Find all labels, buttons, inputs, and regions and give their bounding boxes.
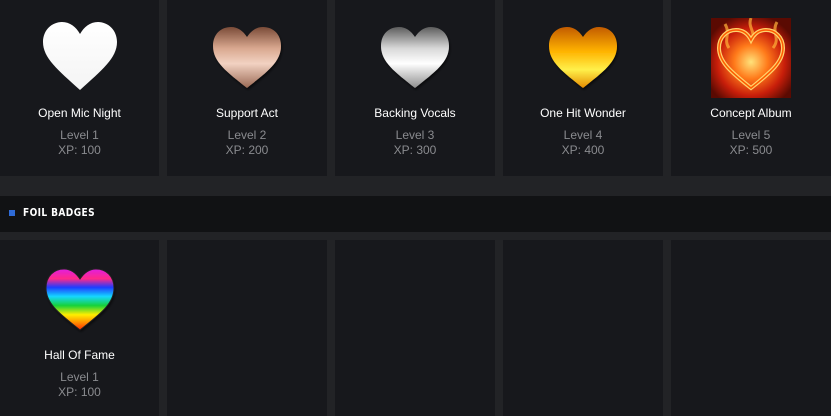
empty-badge-slot xyxy=(167,240,327,416)
badge-card[interactable]: Support Act Level 2 XP: 200 xyxy=(167,0,327,176)
badge-xp: XP: 200 xyxy=(225,143,269,157)
badge-level: Level 4 xyxy=(563,128,603,142)
section-title: FOIL BADGES xyxy=(23,206,95,219)
bronze-heart-icon xyxy=(213,27,281,88)
gold-heart-icon xyxy=(549,27,617,88)
badge-xp: XP: 500 xyxy=(729,143,773,157)
badge-level: Level 1 xyxy=(60,370,99,384)
badge-xp: XP: 300 xyxy=(393,143,437,157)
badge-level: Level 5 xyxy=(731,128,771,142)
foil-badge-grid: Hall Of Fame Level 1 XP: 100 xyxy=(0,240,831,416)
badge-name: Open Mic Night xyxy=(38,106,121,120)
flaming-heart-icon xyxy=(711,18,791,98)
rainbow-heart-icon xyxy=(44,268,115,331)
badge-name: Concept Album xyxy=(710,106,792,120)
badge-name: Backing Vocals xyxy=(374,106,456,120)
badge-level: Level 1 xyxy=(60,128,99,142)
badge-xp: XP: 100 xyxy=(58,385,101,399)
badge-xp: XP: 100 xyxy=(58,143,101,157)
badge-card[interactable]: Concept Album Level 5 XP: 500 xyxy=(671,0,831,176)
badge-name: Hall Of Fame xyxy=(44,348,115,362)
empty-badge-slot xyxy=(335,240,495,416)
badge-level: Level 3 xyxy=(395,128,435,142)
white-heart-icon xyxy=(42,22,117,90)
empty-badge-slot xyxy=(503,240,663,416)
badge-level: Level 2 xyxy=(227,128,267,142)
silver-heart-icon xyxy=(381,27,449,88)
badge-card[interactable]: Backing Vocals Level 3 XP: 300 xyxy=(335,0,495,176)
empty-badge-slot xyxy=(671,240,831,416)
section-bullet-icon xyxy=(9,210,15,216)
badge-grid: Open Mic Night Level 1 XP: 100 Support A… xyxy=(0,0,831,176)
foil-badges-header: FOIL BADGES xyxy=(0,196,831,232)
badge-card[interactable]: Open Mic Night Level 1 XP: 100 xyxy=(0,0,159,176)
badge-name: Support Act xyxy=(215,106,279,120)
badge-card[interactable]: Hall Of Fame Level 1 XP: 100 xyxy=(0,240,159,416)
badge-xp: XP: 400 xyxy=(561,143,605,157)
badge-name: One Hit Wonder xyxy=(540,106,626,120)
badge-card[interactable]: One Hit Wonder Level 4 XP: 400 xyxy=(503,0,663,176)
